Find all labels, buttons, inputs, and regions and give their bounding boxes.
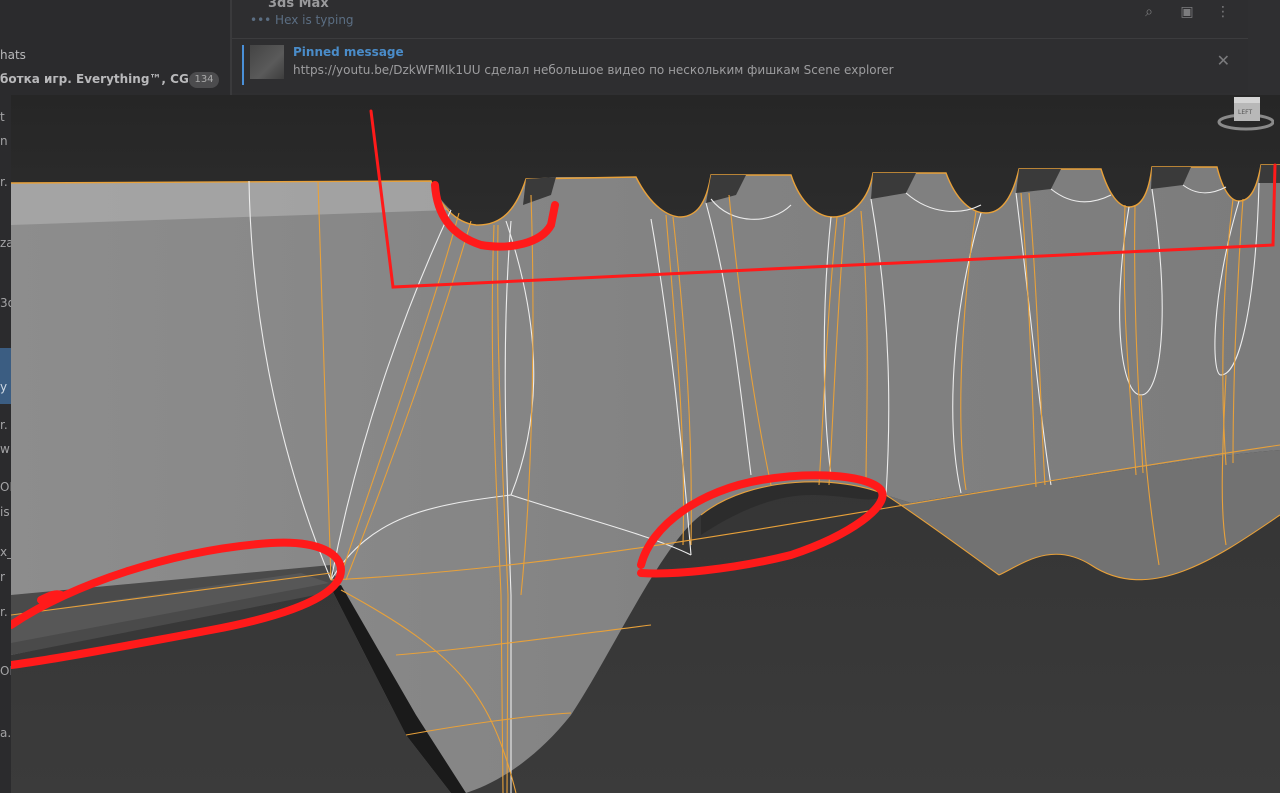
chat-header: 3ds Max ••• Hex is typing ⌕ ▣ ⋮ (232, 0, 1248, 39)
chat-list-item[interactable]: x_ (0, 545, 11, 559)
sidebar-toggle-icon[interactable]: ▣ (1178, 3, 1196, 21)
pinned-accent-bar (242, 45, 244, 85)
chat-list-item[interactable]: y (0, 380, 11, 394)
selected-chat-highlight (0, 348, 11, 404)
more-menu-icon[interactable]: ⋮ (1214, 3, 1232, 21)
chat-list-item[interactable]: w (0, 442, 11, 456)
search-icon[interactable]: ⌕ (1140, 3, 1158, 21)
chat-list-item[interactable]: OI (0, 664, 11, 678)
chat-list-item[interactable]: OL (0, 480, 11, 494)
pinned-text: https://youtu.be/DzkWFMIk1UU сделал небо… (293, 63, 894, 77)
pinned-message-bar[interactable]: Pinned message https://youtu.be/DzkWFMIk… (232, 39, 1248, 93)
typing-status: ••• Hex is typing (250, 13, 354, 27)
chat-list-item[interactable]: r. (0, 418, 11, 432)
pinned-title: Pinned message (293, 45, 404, 59)
chat-list-item[interactable]: r. (0, 605, 11, 619)
chat-list-item[interactable]: r (0, 570, 11, 584)
chat-list-item[interactable]: t (0, 110, 11, 124)
close-icon[interactable]: ✕ (1217, 51, 1230, 70)
viewcube-label: LEFT (1238, 109, 1252, 116)
chat-list-item[interactable]: za (0, 236, 11, 250)
chat-title[interactable]: 3ds Max (268, 0, 329, 11)
pinned-thumbnail (250, 45, 284, 79)
chat-list-item[interactable]: n (0, 134, 11, 148)
chat-list-item[interactable]: 3d (0, 296, 11, 310)
max-viewport-image[interactable]: LEFT (11, 95, 1280, 793)
chat-list-item[interactable]: r. (0, 175, 11, 189)
unread-count-badge: 134 (189, 72, 219, 88)
viewcube[interactable]: LEFT (1214, 95, 1274, 135)
mesh-render (11, 109, 1280, 793)
chat-list-item[interactable]: a. (0, 726, 11, 740)
scallop-face (1259, 165, 1280, 183)
chat-list-item[interactable]: is (0, 505, 11, 519)
chat-list-item-title[interactable]: ботка игр. Everything™, CG ... (0, 72, 207, 86)
chats-folder-label[interactable]: hats (0, 48, 26, 62)
